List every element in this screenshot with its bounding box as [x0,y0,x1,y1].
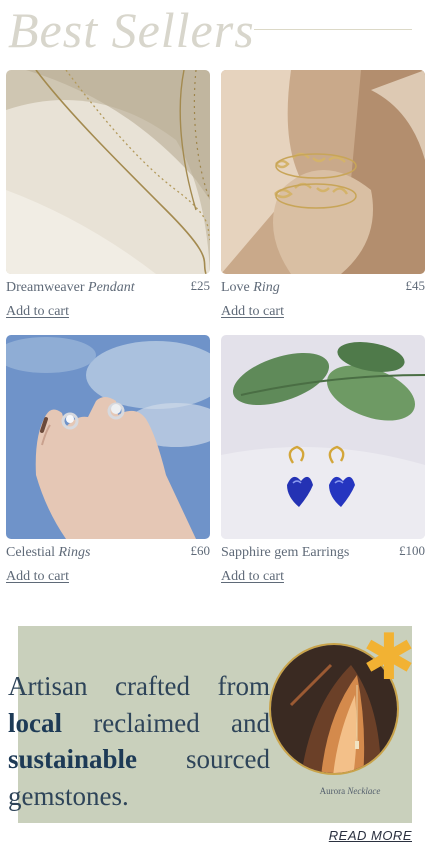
product-name: Dreamweaver Pendant [6,280,135,295]
product-name: Sapphire gem Earrings [221,545,350,560]
product-name: Love Ring [221,280,280,295]
product-card: Love Ring £45 Add to cart [221,70,425,320]
product-price: £25 [190,278,211,293]
product-price: £60 [190,543,211,558]
product-price: £100 [399,543,425,558]
add-to-cart-button[interactable]: Add to cart [221,569,284,585]
product-price: £45 [405,278,426,293]
product-image-pendant[interactable] [6,70,210,274]
asterisk-icon: ✱ [362,621,416,695]
product-name: Celestial Rings [6,545,91,560]
page-title: Best Sellers [8,2,255,58]
title-divider [254,29,412,30]
product-image-rings[interactable] [6,335,210,539]
add-to-cart-button[interactable]: Add to cart [221,304,284,320]
promo-text: Artisan crafted from local reclaimed and… [8,671,271,811]
product-image-earrings[interactable] [221,335,425,539]
product-image-ring[interactable] [221,70,425,274]
read-more-link[interactable]: READ MORE [329,828,412,843]
product-card: Celestial Rings £60 Add to cart [6,335,210,585]
add-to-cart-button[interactable]: Add to cart [6,304,69,320]
add-to-cart-button[interactable]: Add to cart [6,569,69,585]
product-card: Dreamweaver Pendant £25 Add to cart [6,70,210,320]
featured-caption: Aurora Necklace [319,786,381,796]
product-card: Sapphire gem Earrings £100 Add to cart [221,335,425,585]
